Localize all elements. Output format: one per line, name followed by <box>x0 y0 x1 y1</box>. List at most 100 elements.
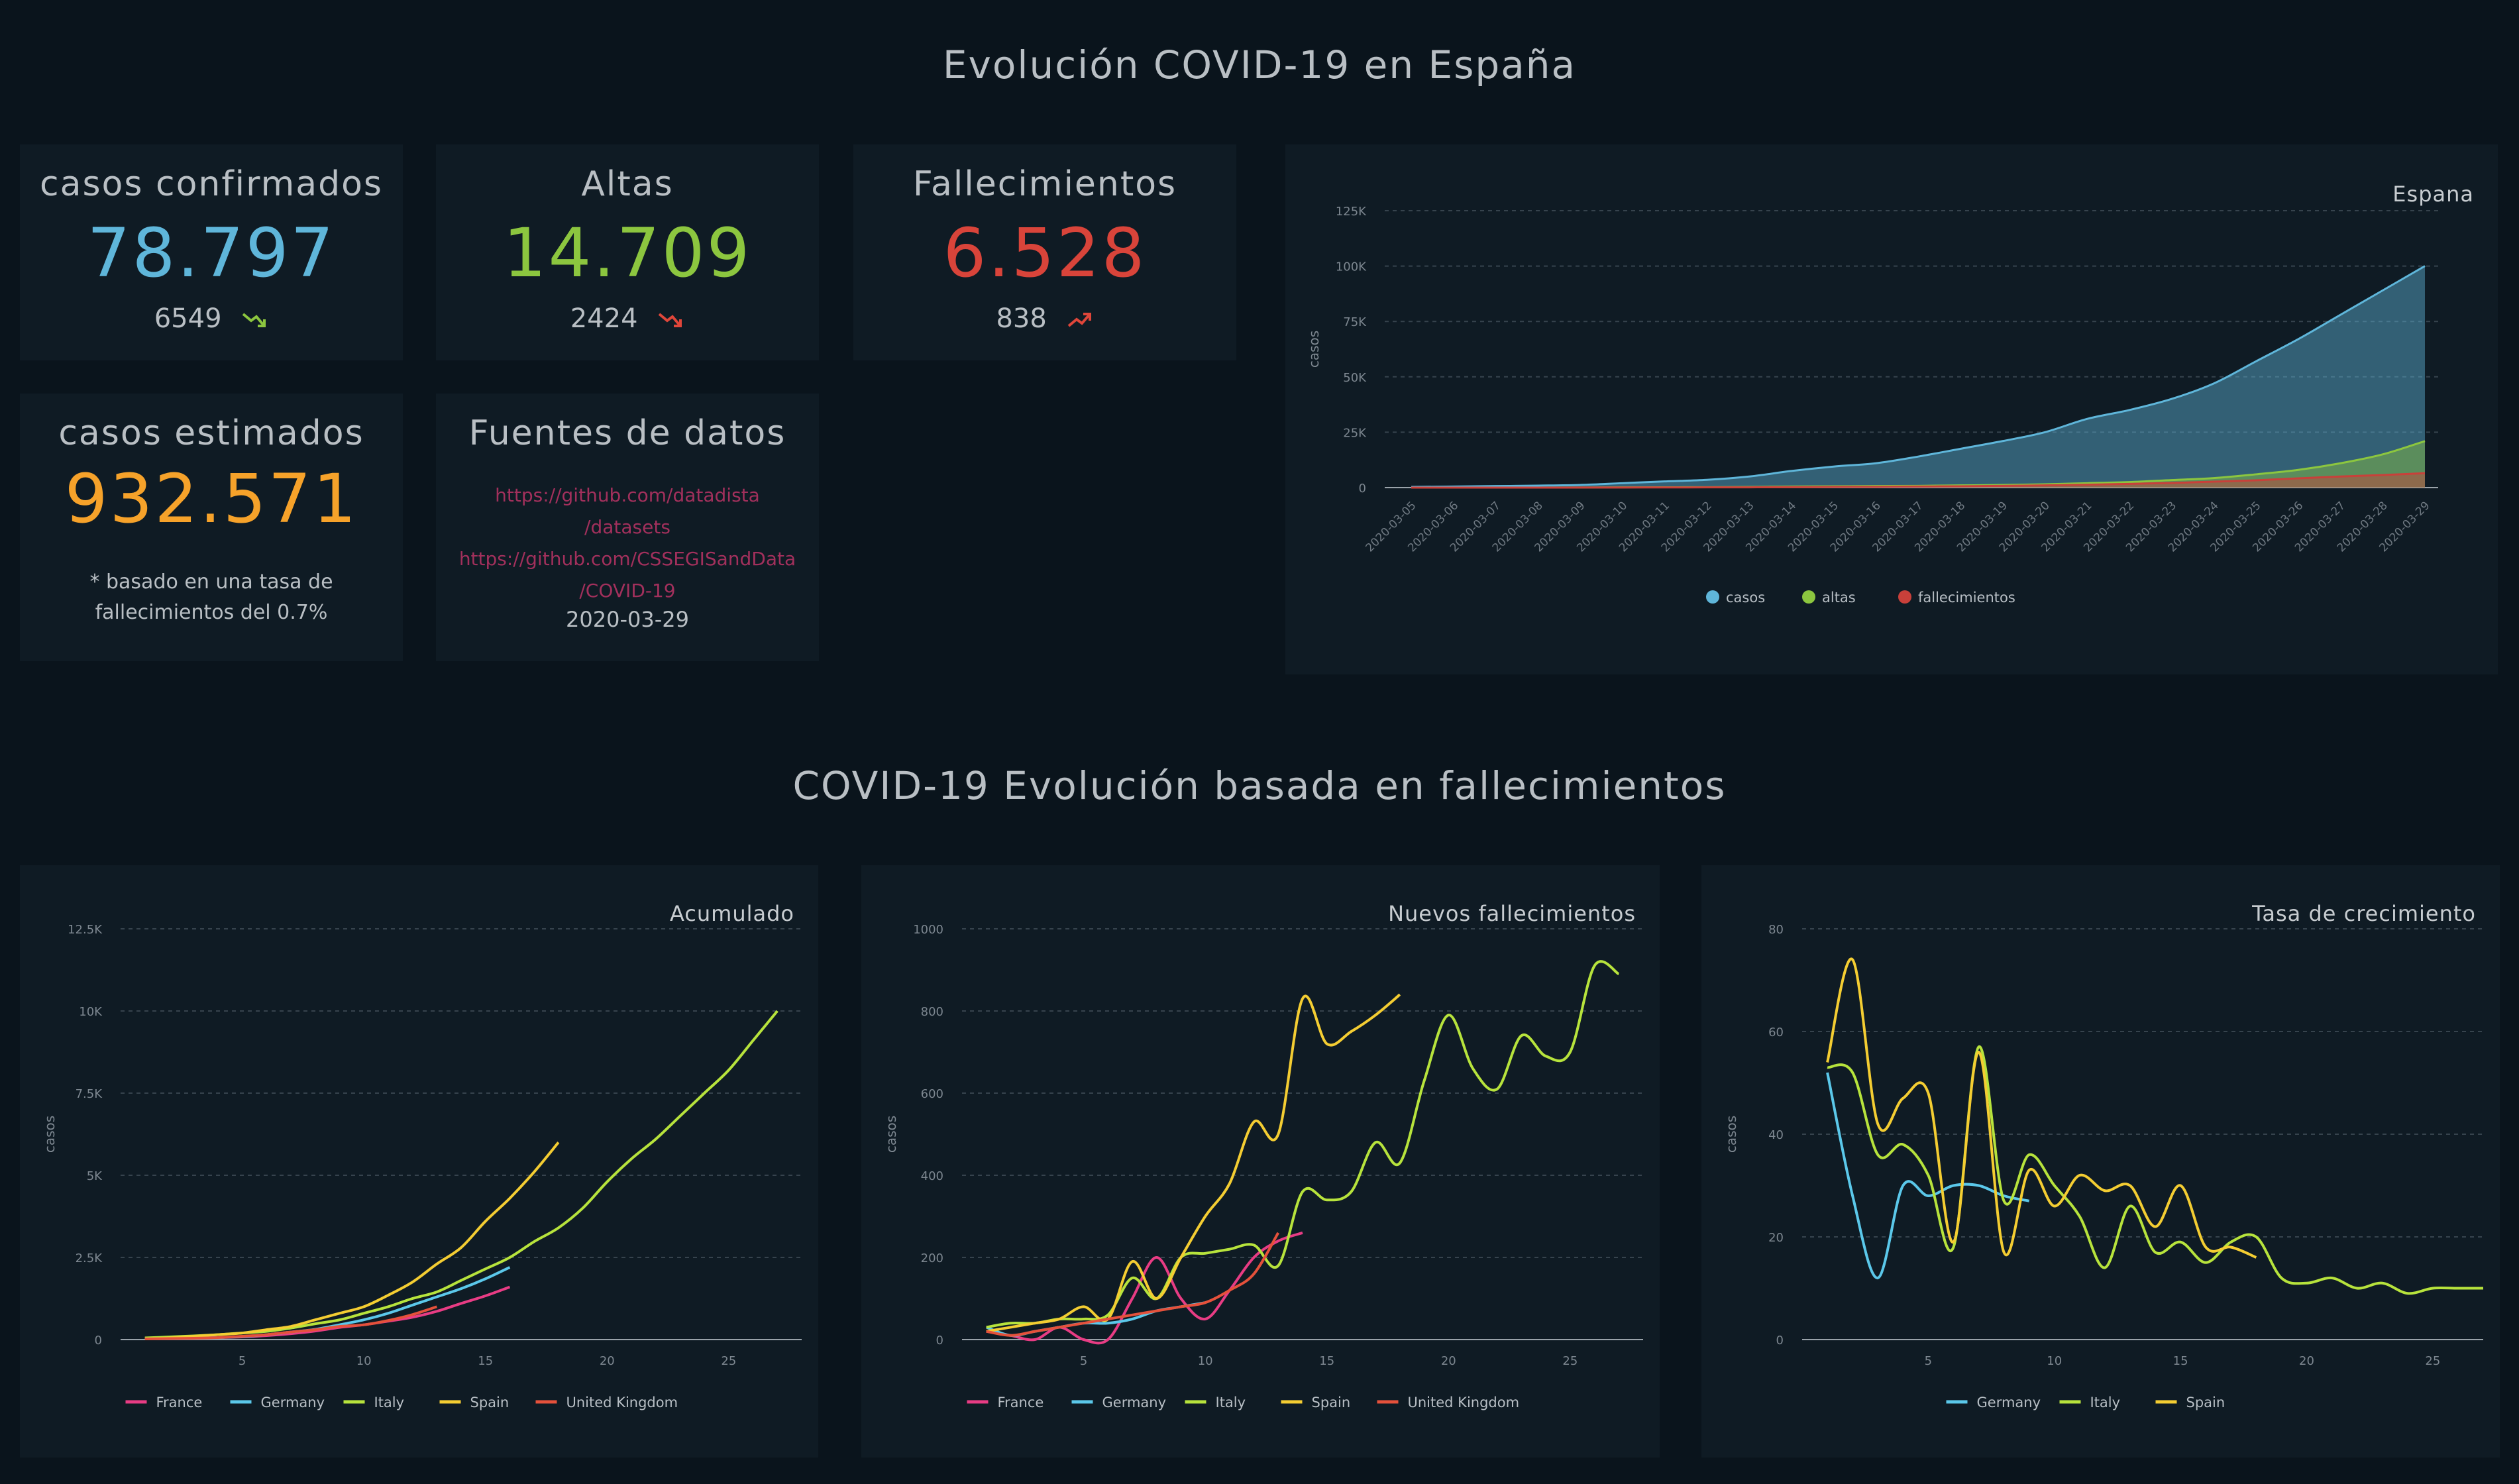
chart-spain-panel: Espana 0 25K 50K 75K 100K 125K casos 2020-03-05… <box>1285 144 2498 674</box>
card-estimated-note-line1: * basado en una tasa de <box>89 570 333 594</box>
page-title: Evolución COVID-19 en España <box>942 42 1577 87</box>
y-tick-label: 200 <box>921 1251 943 1265</box>
series-line-italy <box>1827 1045 2483 1295</box>
series-line-spain <box>986 993 1401 1333</box>
card-estimated-value: 932.571 <box>64 460 358 539</box>
legend-label-spain: Spain <box>1312 1395 1351 1410</box>
x-tick-label: 15 <box>1319 1354 1334 1368</box>
trend-up-icon <box>1067 313 1091 327</box>
x-tick-label: 5 <box>1925 1354 1932 1368</box>
legend-swatch-fallecimientos <box>1898 590 1911 604</box>
x-tick-label: 20 <box>1441 1354 1456 1368</box>
x-tick-label: 15 <box>478 1354 493 1368</box>
chart-tasa-panel: Tasa de crecimiento 0 20 40 60 80 casos 5 10 15 2… <box>1701 865 2500 1458</box>
trend-down-icon <box>658 313 682 327</box>
y-tick-label: 600 <box>921 1087 943 1101</box>
source-link-datadista-line1[interactable]: https://github.com/datadista <box>436 480 819 511</box>
series-line-spain <box>1826 957 2257 1259</box>
x-tick-label: 5 <box>1080 1354 1087 1368</box>
y-tick-label: 0 <box>1359 482 1366 496</box>
card-confirmed: casos confirmados 78.797 6549 <box>20 144 403 360</box>
chart-nuevos: 0 200 400 600 800 1000 casos 5 10 15 20 25 France Ger… <box>883 923 1643 1410</box>
legend-label-italy: Italy <box>1216 1395 1246 1410</box>
legend-label-italy: Italy <box>374 1395 405 1410</box>
y-tick-label: 1000 <box>913 923 943 937</box>
card-confirmed-label: casos confirmados <box>40 164 383 204</box>
source-link-csse-line1[interactable]: https://github.com/CSSEGISandData <box>436 543 819 575</box>
card-estimated-label: casos estimados <box>58 413 364 453</box>
y-tick-label: 7.5K <box>76 1087 103 1101</box>
y-tick-label: 80 <box>1768 923 1784 937</box>
legend-label-casos: casos <box>1726 590 1765 606</box>
legend-label-united-kingdom: United Kingdom <box>1408 1395 1520 1410</box>
x-tick-label: 15 <box>2173 1354 2188 1368</box>
y-tick-label: 125K <box>1336 205 1367 219</box>
chart-tasa: 0 20 40 60 80 casos 5 10 15 20 25 Germany Italy Spain <box>1723 923 2483 1410</box>
legend-label-spain: Spain <box>470 1395 509 1410</box>
y-axis-label: casos <box>883 1116 899 1153</box>
sources-date: 2020-03-29 <box>566 607 689 632</box>
y-axis-label: casos <box>42 1116 58 1153</box>
card-deaths-label: Fallecimientos <box>912 164 1177 204</box>
trend-down-icon <box>242 313 266 327</box>
legend-label-altas: altas <box>1822 590 1856 606</box>
card-sources-label: Fuentes de datos <box>468 413 786 453</box>
y-tick-label: 0 <box>1776 1334 1784 1348</box>
card-confirmed-value: 78.797 <box>87 214 336 293</box>
y-tick-label: 60 <box>1768 1026 1784 1039</box>
y-tick-label: 5K <box>87 1169 103 1183</box>
source-link-csse-line2[interactable]: /COVID-19 <box>436 575 819 607</box>
x-tick-label: 20 <box>600 1354 615 1368</box>
y-tick-label: 10K <box>79 1005 103 1019</box>
series-line-france <box>144 1285 511 1340</box>
card-deaths: Fallecimientos 6.528 838 <box>853 144 1236 360</box>
card-recovered-delta: 2424 <box>570 303 638 334</box>
card-confirmed-delta: 6549 <box>154 303 222 334</box>
legend-label-germany: Germany <box>261 1395 325 1410</box>
y-tick-label: 400 <box>921 1169 943 1183</box>
y-tick-label: 0 <box>936 1334 943 1348</box>
legend-swatch-altas <box>1802 590 1815 604</box>
y-tick-label: 100K <box>1336 260 1367 274</box>
y-tick-label: 50K <box>1343 371 1367 385</box>
card-deaths-delta: 838 <box>996 303 1047 334</box>
legend-label-germany: Germany <box>1977 1395 2041 1410</box>
card-sources: Fuentes de datos https://github.com/data… <box>436 394 819 661</box>
y-axis-label: casos <box>1306 331 1322 368</box>
card-recovered-label: Altas <box>581 164 674 204</box>
legend-label-germany: Germany <box>1102 1395 1167 1410</box>
series-line-italy <box>986 960 1620 1329</box>
y-tick-label: 2.5K <box>76 1251 103 1265</box>
source-link-datadista-line2[interactable]: /datasets <box>436 511 819 543</box>
chart-acumulado-panel: Acumulado 0 2.5K 5K 7.5K 10K 12.5K casos 5 10 15 2… <box>20 865 818 1458</box>
card-recovered-value: 14.709 <box>503 214 752 293</box>
y-tick-label: 25K <box>1343 426 1367 440</box>
chart-spain: 025K50K75K100K125Kcasos2020-03-052020-03… <box>1306 205 2438 606</box>
card-estimated: casos estimados 932.571 * basado en una … <box>20 394 403 661</box>
legend-label-spain: Spain <box>2186 1395 2225 1410</box>
card-estimated-note-line2: fallecimientos del 0.7% <box>95 601 328 624</box>
chart-nuevos-panel: Nuevos fallecimientos 0 200 400 600 800 1000 c… <box>861 865 1660 1458</box>
legend-swatch-casos <box>1706 590 1719 604</box>
y-tick-label: 20 <box>1768 1231 1784 1245</box>
x-tick-label: 10 <box>2047 1354 2062 1368</box>
y-axis-label: casos <box>1723 1116 1739 1153</box>
x-tick-label: 25 <box>2425 1354 2440 1368</box>
y-tick-label: 800 <box>921 1005 943 1019</box>
x-tick-label: 25 <box>1562 1354 1578 1368</box>
x-tick-label: 25 <box>721 1354 736 1368</box>
card-recovered: Altas 14.709 2424 <box>436 144 819 360</box>
section-title: COVID-19 Evolución basada en fallecimien… <box>792 763 1727 808</box>
legend-label-france: France <box>156 1395 203 1410</box>
card-deaths-value: 6.528 <box>943 214 1147 293</box>
x-tick-label: 10 <box>1198 1354 1213 1368</box>
y-tick-label: 12.5K <box>68 923 103 937</box>
source-link-datadista[interactable]: https://github.com/datadista /datasets <box>436 480 819 543</box>
y-tick-label: 75K <box>1343 315 1367 329</box>
legend-label-fallecimientos: fallecimientos <box>1918 590 2015 606</box>
source-link-csse[interactable]: https://github.com/CSSEGISandData /COVID… <box>436 543 819 607</box>
legend-label-united-kingdom: United Kingdom <box>566 1395 678 1410</box>
y-tick-label: 0 <box>95 1334 102 1348</box>
x-tick-label: 20 <box>2299 1354 2314 1368</box>
y-tick-label: 40 <box>1768 1128 1784 1142</box>
